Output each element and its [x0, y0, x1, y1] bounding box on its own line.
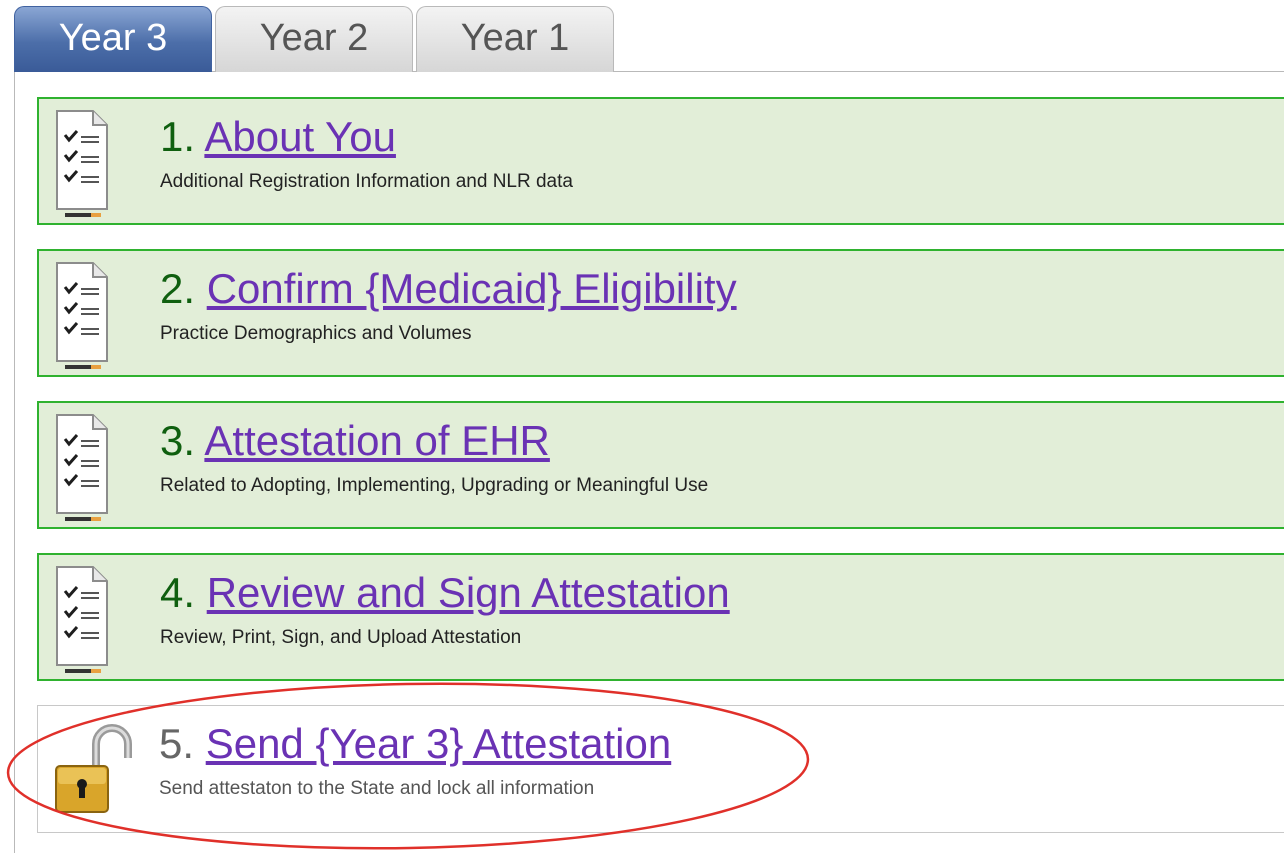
step-title: 4. Review and Sign Attestation [160, 569, 730, 617]
step-confirm-eligibility: 2. Confirm {Medicaid} Eligibility Practi… [37, 249, 1284, 377]
step-description: Practice Demographics and Volumes [160, 323, 472, 344]
step-number: 1. [160, 113, 196, 160]
attestation-of-ehr-link[interactable]: Attestation of EHR [204, 417, 550, 464]
tab-year-3[interactable]: Year 3 [14, 6, 212, 72]
step-attestation-of-ehr: 3. Attestation of EHR Related to Adoptin… [37, 401, 1284, 529]
step-number: 2. [160, 265, 196, 312]
tab-year-1[interactable]: Year 1 [416, 6, 614, 72]
red-ellipse-annotation [6, 682, 810, 850]
step-description: Review, Print, Sign, and Upload Attestat… [160, 627, 522, 648]
checklist-icon [56, 110, 108, 217]
step-title: 3. Attestation of EHR [160, 417, 550, 465]
step-number: 3. [160, 417, 196, 464]
checklist-icon [56, 262, 108, 369]
tab-year-2[interactable]: Year 2 [215, 6, 413, 72]
step-review-and-sign: 4. Review and Sign Attestation Review, P… [37, 553, 1284, 681]
checklist-icon [56, 566, 108, 673]
confirm-eligibility-link[interactable]: Confirm {Medicaid} Eligibility [207, 265, 737, 312]
checklist-icon [56, 414, 108, 521]
step-number: 4. [160, 569, 196, 616]
step-about-you: 1. About You Additional Registration Inf… [37, 97, 1284, 225]
about-you-link[interactable]: About You [204, 113, 396, 160]
step-description: Related to Adopting, Implementing, Upgra… [160, 475, 709, 496]
step-description: Additional Registration Information and … [160, 171, 573, 192]
review-and-sign-link[interactable]: Review and Sign Attestation [207, 569, 730, 616]
step-title: 1. About You [160, 113, 396, 161]
step-title: 2. Confirm {Medicaid} Eligibility [160, 265, 737, 313]
